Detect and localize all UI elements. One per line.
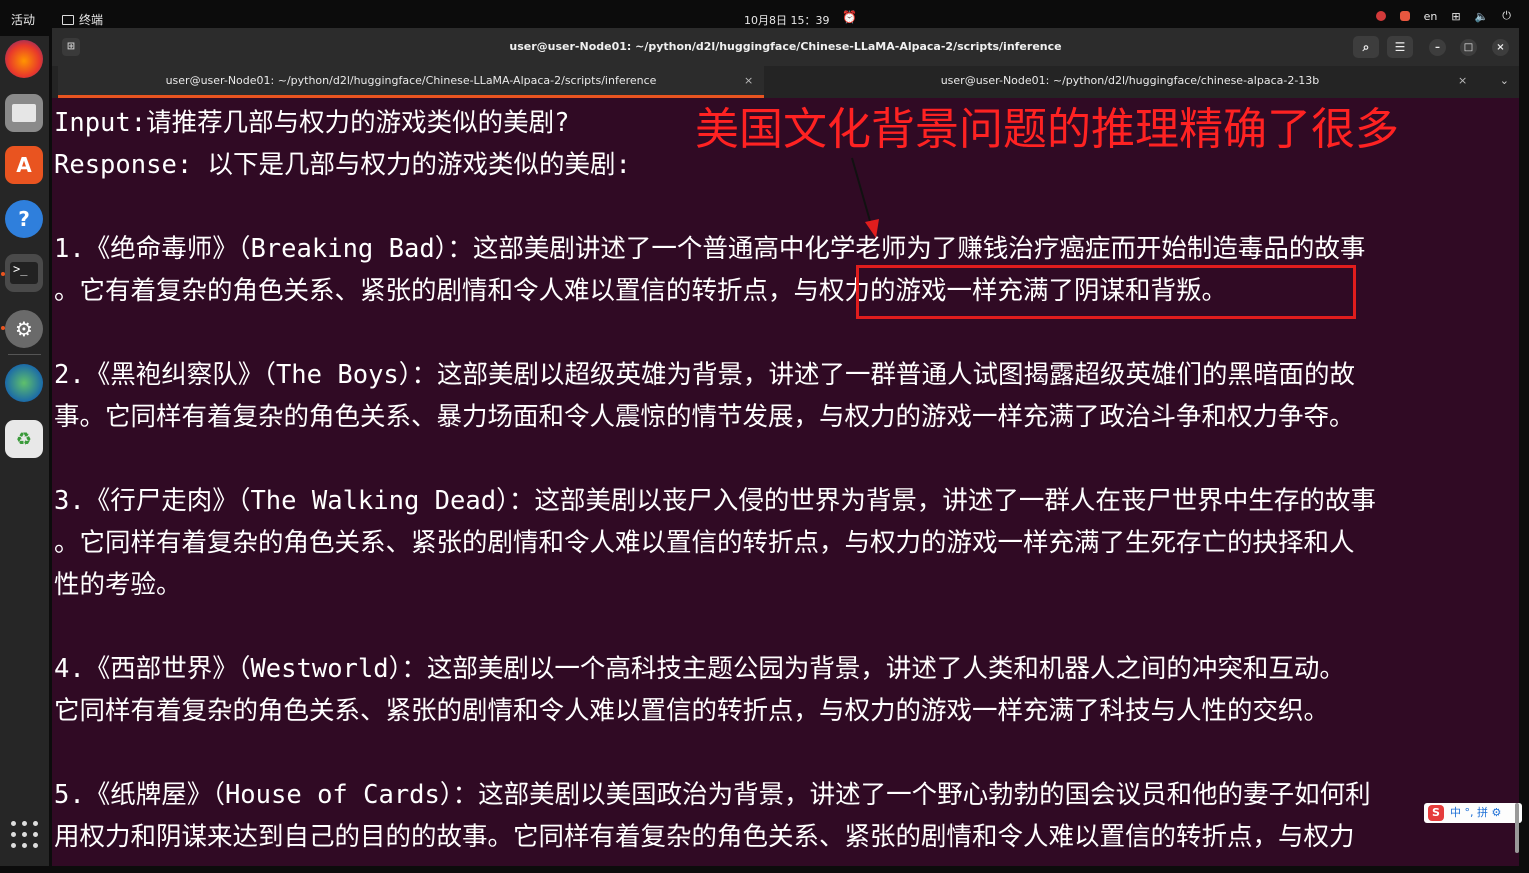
sogou-logo: S (1428, 805, 1444, 821)
menu-icon[interactable]: ☰ (1387, 36, 1413, 58)
close-icon[interactable]: × (1492, 39, 1509, 56)
scrollbar[interactable] (1515, 803, 1519, 853)
dock-separator (8, 354, 41, 355)
settings-icon[interactable]: ⚙ (5, 310, 43, 348)
tab-alpaca-13b[interactable]: user@user-Node01: ~/python/d2l/huggingfa… (768, 66, 1492, 98)
maximize-icon[interactable]: □ (1460, 39, 1477, 56)
dock: A ? >_ ⚙ ♻ (0, 36, 49, 866)
annotation-arrow (851, 157, 879, 238)
power-icon[interactable]: ⏻ (1502, 9, 1511, 23)
terminal-window: ⊞ user@user-Node01: ~/python/d2l/hugging… (52, 28, 1522, 866)
network-icon[interactable]: ⊞ (1451, 10, 1460, 23)
system-tray[interactable]: en ⊞ 🔈 ⏻ (1375, 9, 1511, 23)
tab-bar: user@user-Node01: ~/python/d2l/huggingfa… (52, 66, 1519, 98)
window-title: user@user-Node01: ~/python/d2l/huggingfa… (509, 40, 1062, 53)
ime-toolbar[interactable]: S 中 °, 拼 ⚙ (1424, 803, 1522, 823)
globe-icon[interactable] (5, 364, 43, 402)
firefox-icon[interactable] (5, 40, 43, 78)
tab-close-icon[interactable]: × (744, 66, 753, 96)
chevron-down-icon[interactable]: ⌄ (1500, 74, 1509, 87)
terminal-icon[interactable]: >_ (5, 254, 43, 292)
volume-icon[interactable]: 🔈 (1475, 10, 1489, 23)
minimize-icon[interactable]: – (1429, 39, 1446, 56)
sogou-tray-icon[interactable] (1399, 11, 1410, 21)
search-icon[interactable]: ⌕ (1353, 36, 1379, 58)
trash-icon[interactable]: ♻ (5, 420, 43, 458)
show-applications-icon[interactable] (11, 821, 39, 849)
tab-label: user@user-Node01: ~/python/d2l/huggingfa… (165, 74, 657, 87)
software-icon[interactable]: A (5, 146, 43, 184)
window-titlebar[interactable]: ⊞ user@user-Node01: ~/python/d2l/hugging… (52, 28, 1519, 66)
files-icon[interactable] (5, 94, 43, 132)
app-name: 终端 (79, 13, 104, 27)
tab-label: user@user-Node01: ~/python/d2l/huggingfa… (940, 74, 1320, 87)
app-menu[interactable]: 终端 (62, 11, 103, 28)
terminal-output[interactable]: Input:请推荐几部与权力的游戏类似的美剧? Response: 以下是几部与… (52, 98, 1522, 866)
alarm-icon: ⏰ (842, 10, 857, 24)
language-indicator[interactable]: en (1424, 10, 1438, 23)
activities-button[interactable]: 活动 (11, 11, 35, 28)
ime-mode[interactable]: 中 °, 拼 ⚙ (1450, 792, 1501, 834)
clock[interactable]: 10月8日 15：39 (744, 12, 830, 28)
help-icon[interactable]: ? (5, 200, 43, 238)
tab-inference[interactable]: user@user-Node01: ~/python/d2l/huggingfa… (58, 66, 764, 98)
tab-close-icon[interactable]: × (1458, 66, 1467, 96)
terminal-app-icon (62, 14, 74, 25)
annotation-highlight-box (856, 265, 1356, 319)
record-icon[interactable] (1375, 11, 1386, 21)
